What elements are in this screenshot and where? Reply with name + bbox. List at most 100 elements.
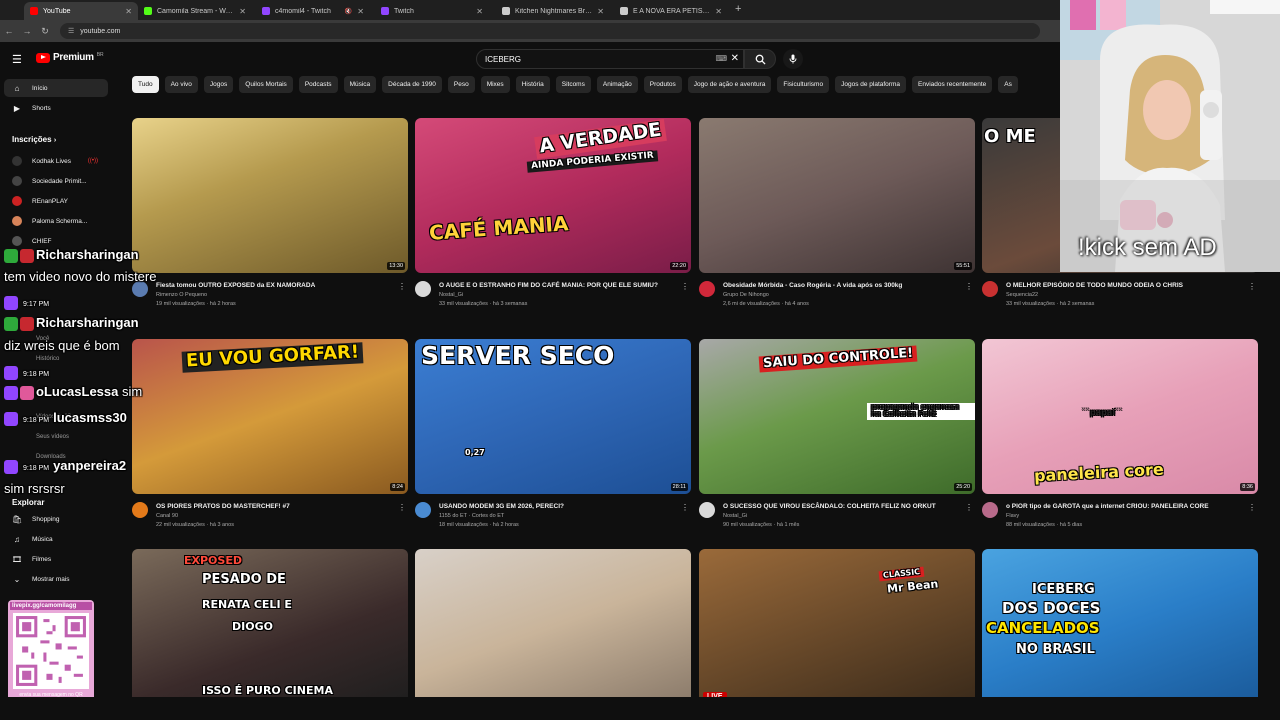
sidebar-subscription[interactable]: REnanPLAY bbox=[4, 192, 108, 210]
video-thumbnail[interactable]: ICEBERG DOS DOCES CANCELADOS NO BRASIL bbox=[982, 549, 1258, 704]
filter-chip[interactable]: Música bbox=[343, 76, 377, 93]
video-card[interactable]: EXPOSED PESADO DE RENATA CELI E DIOGO ISSO É… bbox=[132, 549, 408, 704]
browser-tab[interactable]: É A NOVA ERA PETISTA SAFADA ✕ bbox=[614, 2, 728, 20]
youtube-logo[interactable]: Premium BR bbox=[36, 52, 104, 63]
channel-name[interactable]: Flavy bbox=[1006, 513, 1019, 519]
close-tab-icon[interactable]: ✕ bbox=[476, 7, 483, 16]
filter-chip[interactable]: Década de 1990 bbox=[382, 76, 442, 93]
voice-search-button[interactable] bbox=[783, 49, 803, 69]
more-options-icon[interactable]: ⋮ bbox=[965, 282, 973, 291]
more-options-icon[interactable]: ⋮ bbox=[1248, 503, 1256, 512]
close-tab-icon[interactable]: ✕ bbox=[715, 7, 722, 16]
video-card[interactable]: 55:51 Obesidade Mórbida - Caso Rogéria - … bbox=[699, 118, 975, 317]
sidebar-item-home[interactable]: ⌂ Início bbox=[4, 79, 108, 97]
channel-name[interactable]: Nostal_Gi bbox=[439, 292, 463, 298]
video-title[interactable]: Obesidade Mórbida - Caso Rogéria - A vid… bbox=[723, 282, 963, 291]
filter-chip[interactable]: Podcasts bbox=[298, 76, 338, 93]
channel-avatar[interactable] bbox=[982, 502, 998, 518]
filter-chip[interactable]: Jogo de ação e aventura bbox=[687, 76, 772, 93]
keyboard-icon[interactable]: ⌨ bbox=[715, 54, 727, 63]
video-title[interactable]: USANDO MODEM 3G EM 2026, PERECI? bbox=[439, 503, 679, 512]
video-thumbnail[interactable]: SAIU DO CONTROLE! propaganda enganosa na … bbox=[699, 339, 975, 494]
search-input[interactable]: ICEBERG ⌨ ✕ bbox=[476, 49, 744, 69]
url-field[interactable]: ☰ youtube.com bbox=[60, 23, 1040, 39]
video-card[interactable]: SAIU DO CONTROLE! propaganda enganosa na … bbox=[699, 339, 975, 538]
reload-icon[interactable]: ↻ bbox=[36, 26, 54, 37]
close-tab-icon[interactable]: ✕ bbox=[239, 7, 246, 16]
channel-avatar[interactable] bbox=[132, 502, 148, 518]
video-title[interactable]: o PIOR tipo de GAROTA que a internet CRI… bbox=[1006, 503, 1246, 512]
browser-tab[interactable]: Twitch ✕ bbox=[375, 2, 489, 20]
sidebar-item-music[interactable]: ♫ Música bbox=[4, 530, 108, 548]
search-button[interactable] bbox=[744, 49, 776, 69]
new-tab-button[interactable]: + bbox=[735, 3, 741, 15]
back-icon[interactable]: ← bbox=[0, 26, 18, 36]
video-card[interactable]: SERVER SECO 0,27 28:11 USANDO MODEM 3G EM 2… bbox=[415, 339, 691, 538]
filter-chip[interactable]: Jogos de plataforma bbox=[835, 76, 906, 93]
video-thumbnail[interactable]: A VERDADE AINDA PODERIA EXISTIR CAFÉ MANIA… bbox=[415, 118, 691, 273]
video-title[interactable]: O AUGE E O ESTRANHO FIM DO CAFÉ MANIA: P… bbox=[439, 282, 679, 291]
video-card[interactable]: 13:30 Fiesta tomou OUTRO EXPOSED da EX NA… bbox=[132, 118, 408, 317]
browser-tab[interactable]: YouTube ✕ bbox=[24, 2, 138, 20]
browser-tab[interactable]: Camomila Stream - Watch Live ✕ bbox=[138, 2, 252, 20]
more-options-icon[interactable]: ⋮ bbox=[965, 503, 973, 512]
sidebar-subscription[interactable]: Paloma Scherma... bbox=[4, 212, 108, 230]
filter-chip[interactable]: Produtos bbox=[643, 76, 682, 93]
channel-name[interactable]: Sequencia22 bbox=[1006, 292, 1038, 298]
channel-name[interactable]: Canal 90 bbox=[156, 513, 178, 519]
filter-chip[interactable]: Ao vivo bbox=[164, 76, 198, 93]
more-options-icon[interactable]: ⋮ bbox=[1248, 282, 1256, 291]
forward-icon[interactable]: → bbox=[18, 26, 36, 36]
filter-chip[interactable]: Jogos bbox=[203, 76, 234, 93]
channel-avatar[interactable] bbox=[982, 281, 998, 297]
more-options-icon[interactable]: ⋮ bbox=[398, 282, 406, 291]
sidebar-item-movies[interactable]: 🎞 Filmes bbox=[4, 550, 108, 568]
more-options-icon[interactable]: ⋮ bbox=[681, 503, 689, 512]
muted-speaker-icon[interactable]: 🔇 bbox=[345, 8, 352, 15]
filter-chip[interactable]: História bbox=[515, 76, 550, 93]
sidebar-item-obscured[interactable]: Seus vídeos bbox=[28, 428, 132, 446]
video-thumbnail[interactable]: ``papai`` paneleira core 8:36 bbox=[982, 339, 1258, 494]
sidebar-item-show-more[interactable]: ⌄ Mostrar mais bbox=[4, 570, 108, 588]
scrollbar-track[interactable] bbox=[1262, 272, 1280, 692]
video-thumbnail[interactable] bbox=[415, 549, 691, 704]
channel-name[interactable]: 1155 do ET · Cortes do ET bbox=[439, 513, 504, 519]
browser-tab[interactable]: Kitchen Nightmares Brazil - Hell ✕ bbox=[496, 2, 610, 20]
video-card[interactable] bbox=[415, 549, 691, 704]
filter-chip[interactable]: Tudo bbox=[132, 76, 159, 93]
filter-chip[interactable]: As bbox=[998, 76, 1018, 93]
video-title[interactable]: O MELHOR EPISÓDIO DE TODO MUNDO ODEIA O … bbox=[1006, 282, 1246, 291]
filter-chip[interactable]: Mixes bbox=[480, 76, 510, 93]
video-card[interactable]: EU VOU GORFAR! 8:24 OS PIORES PRATOS DO MA… bbox=[132, 339, 408, 538]
video-thumbnail[interactable]: 55:51 bbox=[699, 118, 975, 273]
video-thumbnail[interactable]: EXPOSED PESADO DE RENATA CELI E DIOGO ISSO É… bbox=[132, 549, 408, 704]
browser-tab[interactable]: c4momil4 - Twitch 🔇 ✕ bbox=[256, 2, 370, 20]
channel-avatar[interactable] bbox=[699, 281, 715, 297]
video-thumbnail[interactable]: CLASSICMr BeanLIVE bbox=[699, 549, 975, 704]
channel-avatar[interactable] bbox=[415, 502, 431, 518]
menu-icon[interactable]: ☰ bbox=[12, 53, 22, 66]
more-options-icon[interactable]: ⋮ bbox=[681, 282, 689, 291]
channel-name[interactable]: Grupo De Nihongo bbox=[723, 292, 769, 298]
more-options-icon[interactable]: ⋮ bbox=[398, 503, 406, 512]
channel-name[interactable]: Rimenzo O Pequeno bbox=[156, 292, 207, 298]
channel-avatar[interactable] bbox=[699, 502, 715, 518]
video-title[interactable]: Fiesta tomou OUTRO EXPOSED da EX NAMORAD… bbox=[156, 282, 396, 291]
filter-chip[interactable]: Peso bbox=[447, 76, 475, 93]
filter-chip[interactable]: Sitcoms bbox=[555, 76, 591, 93]
video-card[interactable]: A VERDADE AINDA PODERIA EXISTIR CAFÉ MANIA… bbox=[415, 118, 691, 317]
close-tab-icon[interactable]: ✕ bbox=[597, 7, 604, 16]
close-tab-icon[interactable]: ✕ bbox=[357, 7, 364, 16]
filter-chip[interactable]: Quilos Mortais bbox=[239, 76, 293, 93]
filter-chip[interactable]: Fisiculturismo bbox=[777, 76, 830, 93]
video-title[interactable]: OS PIORES PRATOS DO MASTERCHEF! #7 bbox=[156, 503, 396, 512]
sidebar-item-shorts[interactable]: ▶ Shorts bbox=[4, 99, 108, 117]
video-card[interactable]: ICEBERG DOS DOCES CANCELADOS NO BRASIL bbox=[982, 549, 1258, 704]
subscriptions-header[interactable]: Inscrições › bbox=[12, 135, 56, 144]
clear-search-icon[interactable]: ✕ bbox=[731, 53, 739, 64]
sidebar-subscription[interactable]: Sociedade Primit... bbox=[4, 172, 108, 190]
site-info-icon[interactable]: ☰ bbox=[68, 27, 74, 35]
close-tab-icon[interactable]: ✕ bbox=[125, 7, 132, 16]
filter-chip[interactable]: Enviados recentemente bbox=[912, 76, 993, 93]
video-card[interactable]: CLASSICMr BeanLIVE bbox=[699, 549, 975, 704]
